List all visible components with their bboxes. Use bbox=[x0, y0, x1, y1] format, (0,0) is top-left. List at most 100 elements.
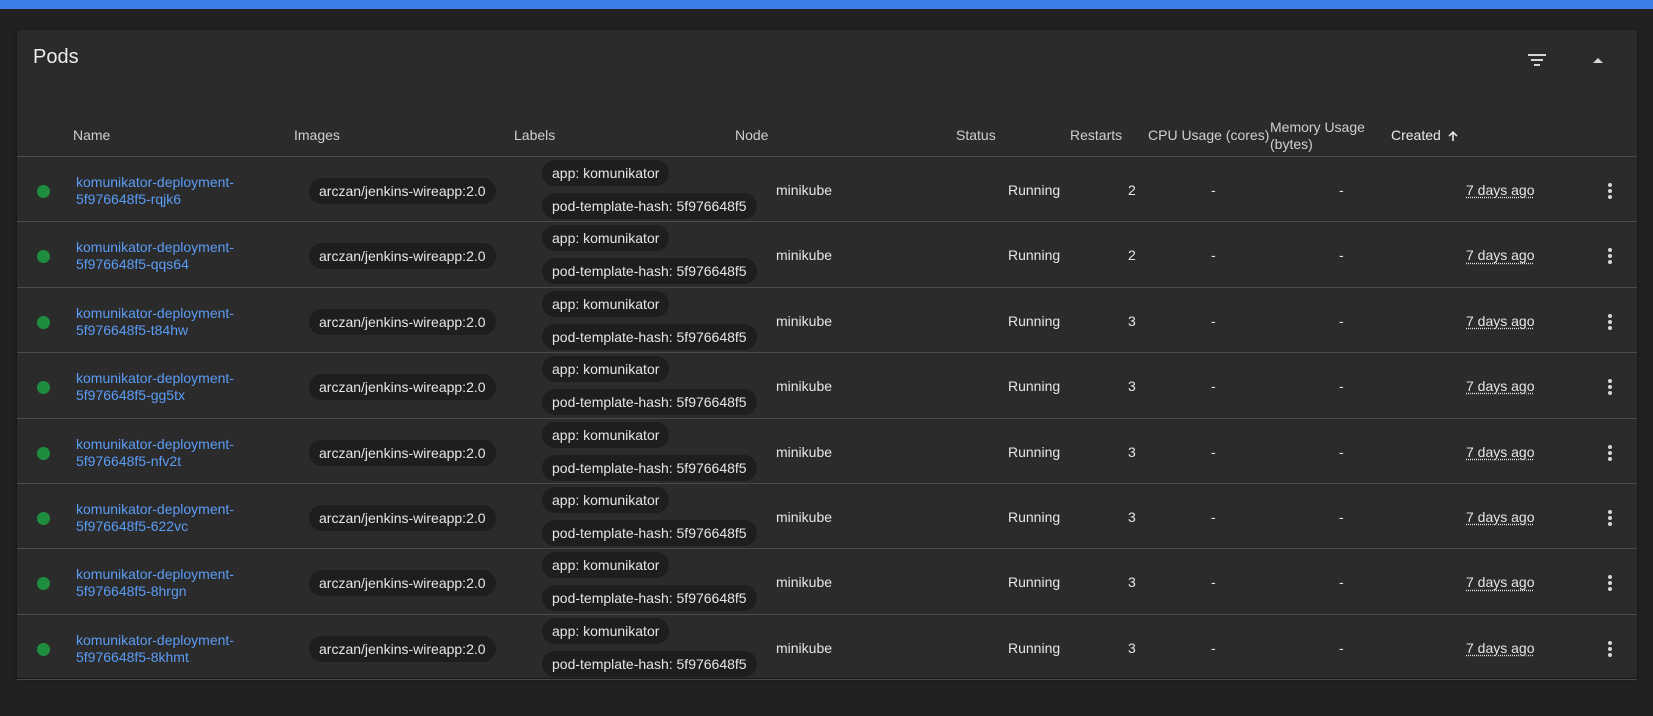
pod-name-line2: 5f976648f5-gg5tx bbox=[76, 387, 185, 404]
label-chip-app: app: komunikator bbox=[542, 160, 670, 186]
memory-cell: - bbox=[1339, 312, 1344, 329]
status-cell: Running bbox=[1008, 247, 1061, 264]
column-header-name[interactable]: Name bbox=[73, 127, 110, 144]
label-chip-app: app: komunikator bbox=[542, 225, 670, 252]
node-cell: minikube bbox=[776, 312, 833, 329]
pod-name-line2: 5f976648f5-8khmt bbox=[76, 648, 189, 665]
arrow-upward-icon bbox=[1448, 130, 1458, 141]
memory-cell: - bbox=[1339, 639, 1344, 656]
table-row: komunikator-deployment- 5f976648f5-t84hw… bbox=[17, 288, 1637, 354]
pod-name-line2: 5f976648f5-nfv2t bbox=[76, 452, 182, 469]
more-vert-icon[interactable] bbox=[1598, 179, 1622, 203]
more-vert-icon[interactable] bbox=[1598, 506, 1622, 530]
table-row: komunikator-deployment- 5f976648f5-gg5tx… bbox=[17, 353, 1637, 419]
label-chip-pod-template-hash: pod-template-hash: 5f976648f5 bbox=[542, 193, 757, 219]
cpu-cell: - bbox=[1211, 312, 1216, 329]
table-header: Name Images Labels Node Status Restarts … bbox=[17, 86, 1637, 157]
column-header-images: Images bbox=[294, 127, 340, 143]
pod-name-link[interactable]: komunikator-deployment- 5f976648f5-8khmt bbox=[76, 632, 276, 666]
status-running-icon bbox=[37, 446, 50, 460]
status-cell: Running bbox=[1008, 639, 1061, 656]
pod-name-line2: 5f976648f5-qqs64 bbox=[76, 256, 189, 273]
pod-name-link[interactable]: komunikator-deployment- 5f976648f5-rqjk6 bbox=[76, 174, 276, 208]
label-chip-pod-template-hash: pod-template-hash: 5f976648f5 bbox=[542, 323, 757, 350]
restarts-cell: 2 bbox=[1128, 247, 1136, 264]
table-row: komunikator-deployment- 5f976648f5-qqs64… bbox=[17, 222, 1637, 288]
table-row: komunikator-deployment- 5f976648f5-622vc… bbox=[17, 484, 1637, 550]
pod-name-link[interactable]: komunikator-deployment- 5f976648f5-622vc bbox=[76, 501, 276, 535]
pod-name-link[interactable]: komunikator-deployment- 5f976648f5-t84hw bbox=[76, 305, 276, 339]
cpu-cell: - bbox=[1211, 378, 1216, 395]
cpu-cell: - bbox=[1211, 182, 1216, 198]
status-cell: Running bbox=[1008, 312, 1061, 329]
pod-name-line2: 5f976648f5-t84hw bbox=[76, 321, 189, 338]
more-vert-icon[interactable] bbox=[1598, 375, 1622, 399]
node-cell: minikube bbox=[776, 443, 833, 460]
cpu-cell: - bbox=[1211, 574, 1216, 591]
cpu-cell: - bbox=[1211, 639, 1216, 656]
label-chip-app: app: komunikator bbox=[542, 617, 670, 644]
pod-name-line1: komunikator-deployment- bbox=[76, 239, 234, 256]
restarts-cell: 3 bbox=[1128, 443, 1136, 460]
restarts-cell: 3 bbox=[1128, 509, 1136, 525]
more-vert-icon[interactable] bbox=[1598, 441, 1622, 465]
table-row: komunikator-deployment- 5f976648f5-nfv2t… bbox=[17, 419, 1637, 484]
column-header-status[interactable]: Status bbox=[956, 127, 996, 144]
status-running-icon bbox=[37, 250, 50, 264]
restarts-cell: 2 bbox=[1128, 182, 1136, 198]
top-accent-bar bbox=[0, 0, 1653, 9]
created-cell: 7 days ago bbox=[1466, 574, 1535, 591]
node-cell: minikube bbox=[776, 639, 833, 656]
table-row: komunikator-deployment- 5f976648f5-8khmt… bbox=[17, 615, 1637, 681]
pod-name-link[interactable]: komunikator-deployment- 5f976648f5-gg5tx bbox=[76, 370, 276, 404]
created-cell: 7 days ago bbox=[1466, 182, 1535, 198]
column-header-created[interactable]: Created bbox=[1391, 127, 1460, 144]
pod-name-line2: 5f976648f5-rqjk6 bbox=[76, 191, 182, 207]
pod-name-link[interactable]: komunikator-deployment- 5f976648f5-nfv2t bbox=[76, 436, 276, 470]
label-chip-pod-template-hash: pod-template-hash: 5f976648f5 bbox=[542, 585, 757, 612]
image-chip: arczan/jenkins-wireapp:2.0 bbox=[309, 374, 496, 401]
status-running-icon bbox=[37, 185, 50, 198]
node-cell: minikube bbox=[776, 247, 833, 264]
cpu-cell: - bbox=[1211, 509, 1216, 525]
more-vert-icon[interactable] bbox=[1598, 310, 1622, 334]
image-chip: arczan/jenkins-wireapp:2.0 bbox=[309, 570, 496, 597]
pod-name-line1: komunikator-deployment- bbox=[76, 174, 234, 190]
image-chip: arczan/jenkins-wireapp:2.0 bbox=[309, 635, 496, 662]
pod-name-link[interactable]: komunikator-deployment- 5f976648f5-8hrgn bbox=[76, 566, 276, 600]
status-cell: Running bbox=[1008, 378, 1061, 395]
image-chip: arczan/jenkins-wireapp:2.0 bbox=[309, 243, 496, 270]
more-vert-icon[interactable] bbox=[1598, 571, 1622, 595]
node-cell: minikube bbox=[776, 378, 833, 395]
card-title: Pods bbox=[33, 46, 79, 68]
status-cell: Running bbox=[1008, 509, 1061, 525]
pod-name-line1: komunikator-deployment- bbox=[76, 566, 234, 583]
memory-cell: - bbox=[1339, 378, 1344, 395]
column-header-restarts[interactable]: Restarts bbox=[1070, 127, 1122, 144]
arrow-drop-up-icon[interactable] bbox=[1584, 46, 1612, 74]
node-cell: minikube bbox=[776, 574, 833, 591]
column-header-node[interactable]: Node bbox=[735, 127, 768, 144]
memory-cell: - bbox=[1339, 443, 1344, 460]
column-header-memory[interactable]: Memory Usage (bytes) bbox=[1270, 119, 1365, 153]
label-chip-pod-template-hash: pod-template-hash: 5f976648f5 bbox=[542, 258, 757, 285]
status-cell: Running bbox=[1008, 574, 1061, 591]
label-chip-pod-template-hash: pod-template-hash: 5f976648f5 bbox=[542, 389, 757, 416]
more-vert-icon[interactable] bbox=[1598, 637, 1622, 661]
table-row: komunikator-deployment- 5f976648f5-rqjk6… bbox=[17, 157, 1637, 223]
column-header-memory-line2: (bytes) bbox=[1270, 136, 1313, 152]
filter-list-icon[interactable] bbox=[1523, 46, 1551, 74]
more-vert-icon[interactable] bbox=[1598, 244, 1622, 268]
label-chip-app: app: komunikator bbox=[542, 421, 670, 448]
label-chip-app: app: komunikator bbox=[542, 290, 670, 317]
created-cell: 7 days ago bbox=[1466, 639, 1535, 656]
column-header-cpu[interactable]: CPU Usage (cores) bbox=[1148, 127, 1269, 144]
pod-name-link[interactable]: komunikator-deployment- 5f976648f5-qqs64 bbox=[76, 239, 276, 273]
status-running-icon bbox=[37, 381, 50, 395]
memory-cell: - bbox=[1339, 182, 1344, 198]
pod-name-line1: komunikator-deployment- bbox=[76, 370, 234, 387]
label-chip-app: app: komunikator bbox=[542, 356, 670, 383]
status-running-icon bbox=[37, 315, 50, 329]
label-chip-pod-template-hash: pod-template-hash: 5f976648f5 bbox=[542, 650, 757, 677]
memory-cell: - bbox=[1339, 247, 1344, 264]
